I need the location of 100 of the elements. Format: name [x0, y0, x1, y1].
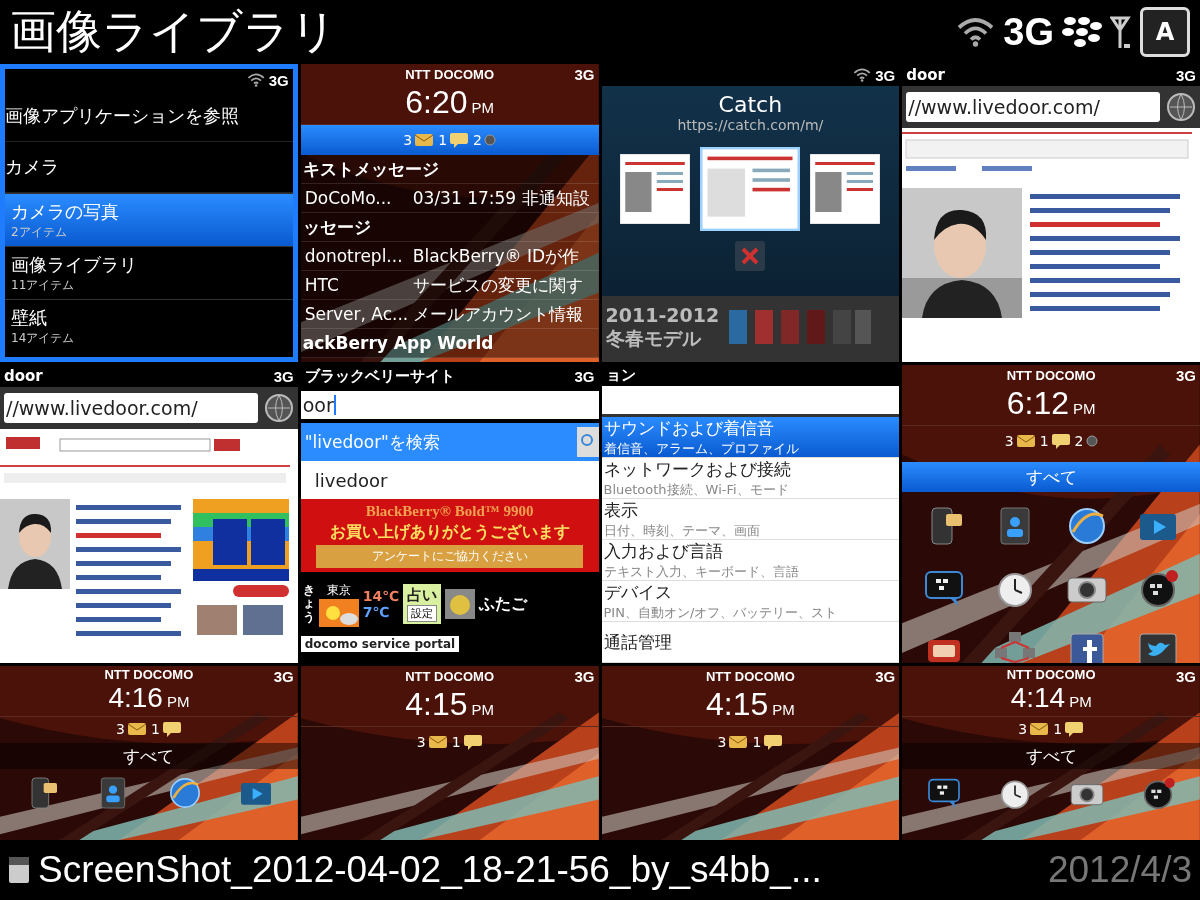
app-category-tab[interactable]: すべて — [0, 743, 298, 769]
file-date: 2012/4/3 — [1047, 849, 1192, 891]
image-thumbnail[interactable]: NTT DOCOMO 3G 4:16 PM 3 1 すべて — [0, 666, 298, 840]
wifi-icon — [853, 68, 872, 82]
page-title: ブラックベリーサイト — [304, 366, 455, 386]
network-indicator: 3G — [1176, 367, 1196, 384]
wifi-icon — [956, 17, 996, 47]
chat-icon — [1064, 721, 1085, 737]
search-field[interactable] — [601, 385, 900, 417]
chat-icon — [462, 734, 483, 750]
ad-text: お買い上げありがとうございます — [329, 522, 570, 543]
image-thumbnail[interactable]: NTT DOCOMO 3G 4:15 PM 3 1 — [601, 666, 900, 840]
chat-icon — [763, 734, 784, 750]
notification-count: 3 — [115, 721, 125, 737]
clock-time: 4:15 — [706, 686, 769, 723]
message-row[interactable]: HTC サービスの変更に関す — [300, 271, 599, 300]
carrier-name: NTT DOCOMO — [104, 666, 194, 682]
album-item[interactable]: 画像ライブラリ 11アイテム — [5, 246, 293, 299]
envelope-icon — [1029, 722, 1050, 736]
clock-ampm: PM — [1073, 400, 1096, 417]
close-icon[interactable] — [735, 241, 766, 271]
carrier-name: NTT DOCOMO — [1006, 666, 1096, 682]
chat-icon — [449, 132, 470, 148]
carrier-name: NTT DOCOMO — [705, 668, 795, 684]
image-thumbnail[interactable]: NTT DOCOMO 3G 6:12 PM 3 1 2 すべて — [902, 365, 1200, 663]
settings-button[interactable]: 設定 — [407, 605, 438, 622]
city-name: 東京 — [326, 581, 351, 599]
zodiac-sign: ふたご — [479, 593, 528, 615]
menu-heading[interactable]: カメラ — [5, 155, 59, 179]
carrier-name: NTT DOCOMO — [1006, 367, 1096, 383]
options-item[interactable]: 入力および言語 テキスト入力、キーボード、言語 — [601, 540, 900, 581]
wifi-icon — [246, 73, 265, 87]
image-thumbnail[interactable]: NTT DOCOMO 3G 6:20 PM 3 1 2 キストメッセージ DoCoMo... 03/31 17:59 非通知設 ッセージ donotrepl... BlackBerry® IDが作 HTC サービスの変更に関す Server, Ac... メールアカウント情報 ackBerry App World — [300, 64, 599, 362]
network-indicator: 3G — [1176, 668, 1196, 685]
message-row[interactable]: donotrepl... BlackBerry® IDが作 — [300, 242, 599, 271]
page-thumbnail[interactable] — [620, 154, 691, 224]
search-field[interactable]: oor — [300, 391, 599, 419]
address-field[interactable]: //www.livedoor.com/ — [906, 92, 1160, 122]
options-item[interactable]: デバイス PIN、自動オン/オフ、バッテリー、スト — [601, 581, 900, 622]
message-section-heading: ッセージ — [300, 213, 599, 242]
notification-count: 1 — [1053, 721, 1063, 737]
options-item[interactable]: 通話管理 — [601, 622, 900, 663]
sun-cloud-icon — [318, 598, 359, 627]
notification-count: 1 — [150, 721, 160, 737]
file-name: ScreenShot_2012-04-02_18-21-56_by_s4bb_... — [38, 849, 822, 891]
page-title: door — [4, 367, 43, 385]
envelope-icon — [728, 735, 749, 749]
clock-ampm: PM — [471, 701, 494, 718]
page-title: door — [906, 66, 945, 84]
input-mode-key[interactable]: A — [1140, 7, 1190, 57]
history-suggestion[interactable]: livedoor — [300, 461, 599, 499]
notification-bar[interactable]: 3 1 2 — [902, 425, 1200, 456]
chat-icon — [161, 721, 182, 737]
notification-count: 1 — [1039, 433, 1049, 449]
promo-banner-text: 2011-2012 冬春モデル — [605, 304, 720, 351]
clock-time: 4:15 — [405, 686, 468, 723]
network-indicator: 3G — [875, 66, 896, 84]
image-thumbnail[interactable]: 3G 画像アプリケーションを参照 カメラ カメラの写真 2アイテム 画像ライブラリ 11アイテム 壁紙 14アイテム — [0, 64, 298, 362]
album-item[interactable]: カメラの写真 2アイテム — [5, 193, 293, 246]
message-row[interactable]: Server, Ac... メールアカウント情報 — [300, 300, 599, 329]
notification-bar[interactable]: 3 1 — [0, 716, 298, 741]
notification-bar[interactable]: 3 1 2 — [300, 124, 599, 155]
image-thumbnail[interactable]: NTT DOCOMO 3G 4:14 PM 3 1 すべて — [902, 666, 1200, 840]
page-thumbnail[interactable] — [810, 154, 881, 224]
notification-bar[interactable]: 3 1 — [601, 726, 900, 757]
clock-time: 6:20 — [405, 84, 468, 121]
portal-tab[interactable]: docomo service portal — [300, 636, 460, 652]
screen-title: ョン — [605, 365, 636, 385]
clock-ampm: PM — [772, 701, 795, 718]
clock-time: 6:12 — [1006, 385, 1069, 422]
network-indicator: 3G — [273, 668, 294, 685]
search-icon — [576, 427, 599, 457]
image-thumbnail[interactable]: NTT DOCOMO 3G 4:15 PM 3 1 — [300, 666, 599, 840]
clock-ampm: PM — [166, 693, 190, 710]
notification-count: 3 — [1018, 721, 1028, 737]
blackberry-logo-icon — [1062, 15, 1102, 49]
options-item[interactable]: 表示 日付、時刻、テーマ、画面 — [601, 499, 900, 540]
address-field[interactable]: //www.livedoor.com/ — [4, 393, 258, 423]
message-row[interactable]: DoCoMo... 03/31 17:59 非通知設 — [300, 184, 599, 213]
notification-count: 1 — [451, 734, 461, 750]
notification-bar[interactable]: 3 1 — [300, 726, 599, 757]
clock-ampm: PM — [471, 99, 494, 116]
today-label: きょう — [302, 584, 315, 624]
app-category-tab[interactable]: すべて — [902, 462, 1200, 492]
high-temperature: 14℃ — [362, 588, 400, 604]
notification-count: 1 — [752, 734, 762, 750]
options-item[interactable]: ネットワークおよび接続 Bluetooth接続、Wi-Fi、モード — [601, 458, 900, 499]
clock-ampm: PM — [1069, 693, 1092, 710]
network-indicator: 3G — [268, 71, 289, 89]
album-item[interactable]: 壁紙 14アイテム — [5, 299, 293, 352]
clock-time: 4:16 — [108, 682, 163, 714]
page-thumbnail[interactable] — [700, 147, 801, 231]
app-category-tab[interactable]: すべて — [902, 743, 1200, 769]
signal-antenna-icon — [1110, 14, 1132, 50]
menu-heading[interactable]: 画像アプリケーションを参照 — [5, 104, 239, 128]
options-item[interactable]: サウンドおよび着信音 着信音、アラーム、プロファイル — [601, 417, 900, 458]
chat-icon — [1050, 433, 1071, 449]
network-indicator: 3G — [875, 668, 896, 685]
notification-bar[interactable]: 3 1 — [902, 716, 1200, 741]
file-icon — [8, 856, 30, 884]
